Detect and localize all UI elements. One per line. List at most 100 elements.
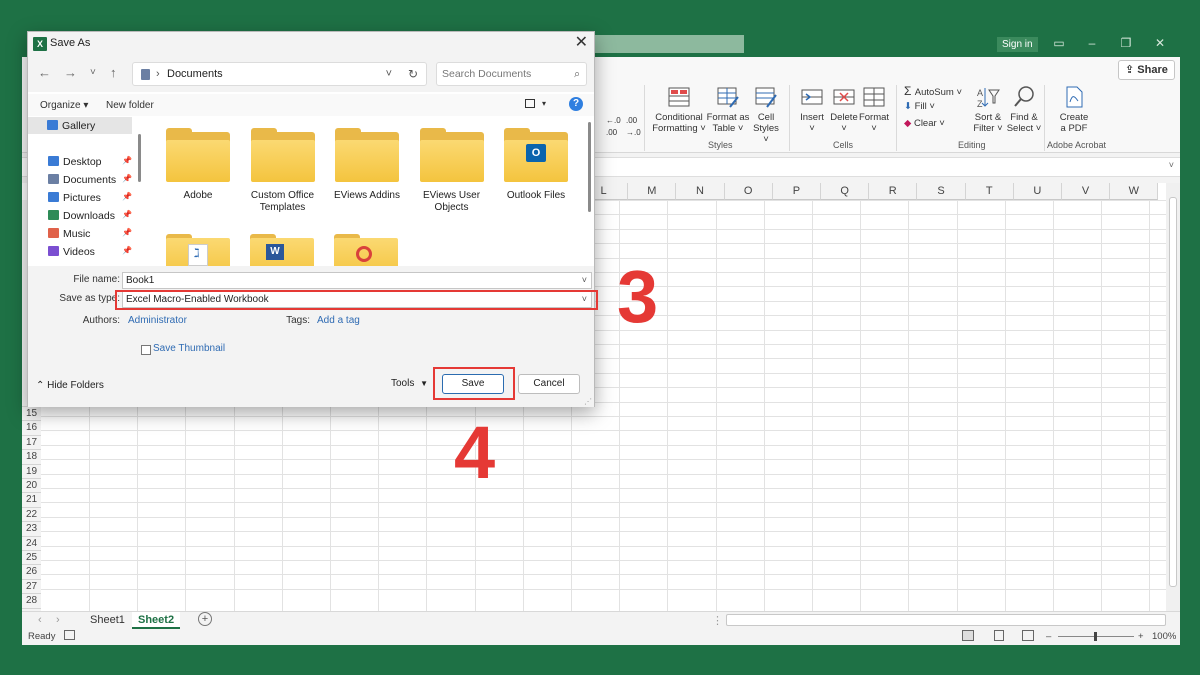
- row-header[interactable]: 20: [22, 479, 41, 494]
- column-header[interactable]: S: [917, 183, 966, 200]
- column-header[interactable]: R: [869, 183, 918, 200]
- sign-in-button[interactable]: Sign in: [997, 37, 1038, 52]
- refresh-icon[interactable]: ↻: [408, 63, 418, 85]
- formula-expand-icon[interactable]: ˅: [1169, 160, 1174, 170]
- row-header[interactable]: 17: [22, 435, 41, 451]
- clear-button[interactable]: ◆ Clear ˅: [904, 118, 945, 130]
- search-input[interactable]: Search Documents ⌕: [436, 62, 587, 86]
- authors-value[interactable]: Administrator: [128, 315, 187, 326]
- row-header[interactable]: 16: [22, 421, 41, 436]
- save-thumbnail-checkbox[interactable]: [141, 345, 151, 355]
- normal-view-icon[interactable]: [962, 630, 974, 641]
- find-select-button[interactable]: Find & Select ˅: [1006, 85, 1042, 134]
- address-bar[interactable]: › Documents ˅ ↻: [132, 62, 427, 86]
- column-header[interactable]: V: [1062, 183, 1111, 200]
- column-header[interactable]: N: [676, 183, 725, 200]
- folder-item[interactable]: Custom Office Templates: [243, 128, 323, 214]
- pin-icon[interactable]: 📌: [122, 228, 132, 237]
- horizontal-scrollbar[interactable]: [726, 614, 1166, 626]
- add-sheet-icon[interactable]: +: [198, 612, 212, 626]
- close-icon[interactable]: ✕: [575, 34, 588, 52]
- pin-icon[interactable]: 📌: [122, 246, 132, 255]
- sort-filter-button[interactable]: AZ Sort & Filter ˅: [970, 85, 1006, 134]
- format-as-table-button[interactable]: Format as Table ˅: [706, 85, 750, 134]
- resize-grip-icon[interactable]: ⋰: [584, 397, 592, 406]
- increase-decimal-button[interactable]: ←.0.00: [606, 115, 621, 139]
- fill-button[interactable]: ⬇ Fill ˅: [904, 101, 935, 113]
- row-header[interactable]: 15: [22, 407, 41, 422]
- recent-locations-icon[interactable]: ˅: [90, 67, 96, 78]
- nav-item-music[interactable]: Music 📌: [48, 228, 132, 240]
- column-header[interactable]: T: [965, 183, 1014, 200]
- ribbon-display-icon[interactable]: ▭: [1051, 35, 1067, 51]
- word-folder-item[interactable]: W: [250, 234, 314, 266]
- row-header[interactable]: 23: [22, 522, 41, 537]
- view-dropdown-icon[interactable]: ▾: [542, 99, 546, 108]
- accessibility-icon[interactable]: [64, 630, 75, 640]
- folder-item[interactable]: O Outlook Files: [496, 128, 576, 202]
- minimize-icon[interactable]: –: [1084, 35, 1100, 51]
- view-options-icon[interactable]: [525, 99, 535, 108]
- row-header[interactable]: 21: [22, 493, 41, 508]
- cancel-button[interactable]: Cancel: [518, 374, 580, 394]
- row-header[interactable]: 24: [22, 536, 41, 551]
- row-header[interactable]: 18: [22, 450, 41, 465]
- share-button[interactable]: ⇪ Share: [1118, 60, 1175, 80]
- vertical-scroll-thumb[interactable]: [1169, 197, 1177, 587]
- search-icon[interactable]: ⌕: [574, 63, 580, 85]
- row-header[interactable]: 25: [22, 551, 41, 566]
- vertical-scrollbar[interactable]: [1166, 183, 1180, 611]
- up-arrow-icon[interactable]: ↑: [110, 65, 117, 80]
- office-folder-item[interactable]: [334, 234, 398, 266]
- folder-item[interactable]: EViews Addins: [327, 128, 407, 202]
- column-header[interactable]: P: [772, 183, 821, 200]
- forward-arrow-icon[interactable]: →: [64, 65, 77, 80]
- new-folder-button[interactable]: New folder: [106, 100, 154, 111]
- row-header[interactable]: 19: [22, 464, 41, 479]
- folder-item[interactable]: Adobe: [158, 128, 238, 202]
- autosum-button[interactable]: Σ AutoSum ˅: [904, 85, 962, 99]
- column-header[interactable]: Q: [821, 183, 870, 200]
- address-dropdown-icon[interactable]: ˅: [386, 63, 392, 85]
- decrease-decimal-button[interactable]: .00 →.0: [626, 115, 641, 139]
- hide-folders-button[interactable]: ⌃ Hide Folders: [36, 380, 104, 391]
- page-break-icon[interactable]: [1022, 630, 1034, 641]
- save-thumbnail-label[interactable]: Save Thumbnail: [153, 343, 225, 354]
- pin-icon[interactable]: 📌: [122, 210, 132, 219]
- file-name-field[interactable]: Book1 ˅: [122, 272, 592, 289]
- nav-item-downloads[interactable]: Downloads 📌: [48, 210, 132, 222]
- tools-menu[interactable]: Tools ▼: [391, 378, 428, 389]
- nav-item-documents[interactable]: Documents 📌: [48, 174, 132, 186]
- add-tag-link[interactable]: Add a tag: [317, 315, 360, 326]
- zoom-slider-thumb[interactable]: [1094, 632, 1097, 641]
- help-icon[interactable]: ?: [569, 97, 583, 111]
- next-sheet-icon[interactable]: ›: [56, 614, 60, 626]
- back-arrow-icon[interactable]: ←: [38, 65, 51, 80]
- nav-pane-scrollbar[interactable]: [138, 134, 141, 182]
- nav-item-videos[interactable]: Videos 📌: [48, 246, 132, 258]
- sheet-tab-sheet2[interactable]: Sheet2: [132, 612, 181, 629]
- tab-splitter-icon[interactable]: ⋮: [712, 614, 723, 627]
- restore-icon[interactable]: ❐: [1118, 35, 1134, 51]
- create-pdf-button[interactable]: Create a PDF: [1052, 85, 1096, 134]
- pin-icon[interactable]: 📌: [122, 174, 132, 183]
- zoom-out-icon[interactable]: –: [1046, 629, 1051, 644]
- organize-menu[interactable]: Organize ▾: [40, 100, 88, 111]
- format-button[interactable]: Format ˅: [858, 85, 890, 134]
- row-header[interactable]: 28: [22, 594, 41, 609]
- close-window-icon[interactable]: ✕: [1152, 35, 1168, 51]
- column-header[interactable]: W: [1110, 183, 1159, 200]
- row-header[interactable]: 22: [22, 507, 41, 523]
- row-header[interactable]: 26: [22, 565, 41, 580]
- zoom-level[interactable]: 100%: [1152, 629, 1176, 644]
- column-header[interactable]: U: [1013, 183, 1062, 200]
- insert-button[interactable]: Insert ˅: [796, 85, 828, 134]
- column-header[interactable]: O: [724, 183, 773, 200]
- title-search-box[interactable]: [570, 35, 744, 53]
- acrobat-folder-item[interactable]: ℷ: [166, 234, 230, 266]
- delete-button[interactable]: Delete ˅: [828, 85, 860, 134]
- page-layout-icon[interactable]: [994, 630, 1004, 641]
- column-header[interactable]: M: [628, 183, 677, 200]
- file-list-scrollbar[interactable]: [588, 122, 591, 212]
- cell-styles-button[interactable]: Cell Styles ˅: [750, 85, 782, 145]
